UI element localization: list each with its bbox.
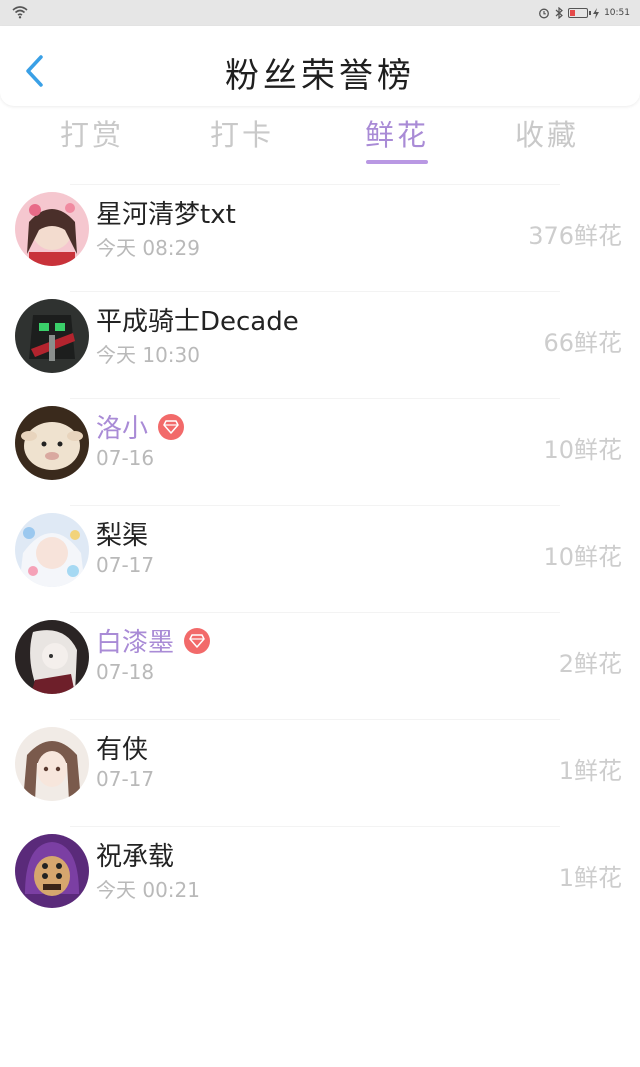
avatar[interactable] [15, 727, 89, 801]
flower-count: 376鲜花 [528, 222, 622, 250]
tab-reward[interactable]: 打赏 [32, 112, 152, 154]
fan-time: 07-18 [96, 660, 155, 684]
flower-count: 10鲜花 [543, 436, 622, 464]
fan-name: 洛小 [96, 414, 149, 444]
list-item[interactable]: 平成骑士Decade 今天 10:30 66鲜花 [0, 291, 640, 398]
list-item[interactable]: 有侠 07-17 1鲜花 [0, 719, 640, 826]
flower-count: 66鲜花 [543, 329, 622, 357]
bluetooth-icon [555, 7, 563, 19]
avatar[interactable] [15, 513, 89, 587]
diamond-badge-icon [184, 627, 211, 654]
header: 粉丝荣誉榜 [0, 26, 640, 106]
avatar[interactable] [15, 406, 89, 480]
flower-count: 10鲜花 [543, 543, 622, 571]
page-title: 粉丝荣誉榜 [225, 56, 415, 96]
fan-name: 梨渠 [96, 521, 149, 551]
list-item[interactable]: 洛小 07-16 10鲜花 [0, 398, 640, 505]
divider [70, 398, 560, 399]
avatar[interactable] [15, 620, 89, 694]
flower-count: 2鲜花 [558, 650, 622, 678]
fan-name: 有侠 [96, 735, 149, 765]
flower-count: 1鲜花 [558, 757, 622, 785]
avatar[interactable] [15, 834, 89, 908]
tab-favorites[interactable]: 收藏 [487, 112, 607, 154]
status-time: 10:51 [604, 8, 630, 18]
list-item[interactable]: 梨渠 07-17 10鲜花 [0, 505, 640, 612]
alarm-icon [539, 8, 550, 19]
divider [70, 184, 560, 185]
list-item[interactable]: 祝承载 今天 00:21 1鲜花 [0, 826, 640, 933]
battery-icon [568, 8, 592, 18]
tab-flowers[interactable]: 鲜花 [337, 112, 457, 154]
charging-icon [593, 7, 600, 19]
flower-count: 1鲜花 [558, 864, 622, 892]
fan-time: 今天 08:29 [96, 236, 200, 260]
divider [70, 505, 560, 506]
wifi-icon [12, 6, 28, 19]
fan-time: 今天 10:30 [96, 343, 200, 367]
divider [70, 826, 560, 827]
fan-time: 07-16 [96, 446, 155, 470]
status-icons: 10:51 [538, 5, 630, 21]
fan-time: 07-17 [96, 767, 155, 791]
fan-name: 星河清梦txt [96, 200, 236, 230]
tab-active-indicator [366, 160, 428, 164]
fan-name-vip: 洛小 [96, 408, 185, 445]
tab-checkin[interactable]: 打卡 [182, 112, 302, 154]
fan-name-vip: 白漆墨 [96, 622, 211, 659]
diamond-badge-icon [158, 413, 185, 440]
list-item[interactable]: 白漆墨 07-18 2鲜花 [0, 612, 640, 719]
avatar[interactable] [15, 299, 89, 373]
divider [70, 612, 560, 613]
avatar[interactable] [15, 192, 89, 266]
fan-name: 白漆墨 [96, 628, 175, 658]
status-bar: 10:51 [0, 0, 640, 26]
fan-time: 今天 00:21 [96, 878, 200, 902]
fan-name: 祝承载 [96, 842, 175, 872]
divider [70, 719, 560, 720]
list-item[interactable]: 星河清梦txt 今天 08:29 376鲜花 [0, 184, 640, 291]
tab-bar: 打赏 打卡 鲜花 收藏 [0, 112, 640, 168]
fan-name: 平成骑士Decade [96, 307, 299, 337]
divider [70, 291, 560, 292]
fan-time: 07-17 [96, 553, 155, 577]
